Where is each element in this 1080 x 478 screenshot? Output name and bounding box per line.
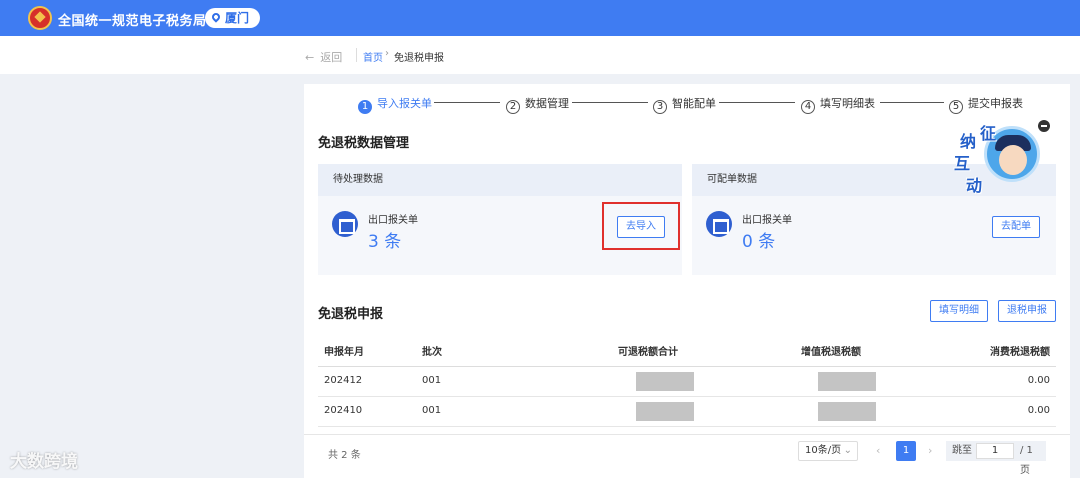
assistant-widget[interactable]: 征 纳 互 动: [944, 120, 1050, 200]
step-label: 填写明细表: [820, 97, 875, 110]
region-selector[interactable]: 厦门: [205, 8, 260, 28]
back-label: 返回: [320, 51, 343, 64]
pending-data-card: 待处理数据 出口报关单 3 条 去导入: [318, 164, 682, 275]
column-header: 消费税退税额: [990, 347, 1050, 358]
step-label: 数据管理: [525, 97, 569, 110]
location-pin-icon: [210, 11, 222, 23]
step-connector: [880, 102, 944, 103]
customs-declaration-icon: [706, 211, 732, 237]
pagination-bar: 共 2 条 10条/页 ⌄ ‹ 1 › 跳至 1 / 1 页: [304, 434, 1070, 476]
batch-cell: 001: [422, 405, 442, 416]
card-label: 出口报关单: [742, 215, 792, 226]
batch-cell: 001: [422, 375, 442, 386]
column-header: 批次: [422, 347, 442, 358]
declaration-title: 免退税申报: [318, 307, 384, 322]
watermark-logo: 大数跨境: [10, 452, 78, 472]
matchable-count: 0 条: [742, 232, 776, 252]
step-connector: [572, 102, 648, 103]
left-blank-area: [0, 74, 304, 478]
collapse-icon[interactable]: [1038, 120, 1050, 132]
column-header: 可退税额合计: [618, 347, 678, 358]
step-submit[interactable]: 5 提交申报表: [949, 95, 1023, 114]
main-panel: 1 导入报关单 2 数据管理 3 智能配单 4 填写明细表 5 提交申报表 免退税数据管理…: [304, 84, 1070, 478]
back-arrow-icon: ←: [305, 51, 315, 64]
step-fill-details[interactable]: 4 填写明细表: [801, 95, 875, 114]
breadcrumb-bar: ← 返回 首页 › 免退税申报: [0, 36, 1080, 74]
pending-count: 3 条: [368, 232, 402, 252]
goto-suffix: / 1 页: [1020, 445, 1033, 476]
redacted-vat-refund: [818, 372, 876, 391]
declaration-table: 申报年月 批次 可退税额合计 增值税退税额 消费税退税额 202412 001 …: [318, 339, 1056, 427]
progress-steps: 1 导入报关单 2 数据管理 3 智能配单 4 填写明细表 5 提交申报表: [304, 84, 1070, 122]
table-row[interactable]: 202410 001 0.00: [318, 397, 1056, 427]
assistant-char: 动: [966, 176, 983, 195]
column-header: 增值税退税额: [801, 347, 861, 358]
assistant-char: 互: [954, 154, 971, 173]
officer-face-icon: [999, 145, 1027, 175]
table-row[interactable]: 202412 001 0.00: [318, 367, 1056, 397]
step-number: 2: [506, 100, 520, 114]
step-label: 智能配单: [672, 97, 716, 110]
period-cell: 202410: [324, 405, 363, 416]
breadcrumb-divider: [356, 48, 357, 62]
breadcrumb-current: 免退税申报: [394, 53, 444, 64]
top-header: 全国统一规范电子税务局 厦门: [0, 0, 1080, 36]
step-data-management[interactable]: 2 数据管理: [506, 95, 569, 114]
breadcrumb-home[interactable]: 首页: [363, 49, 383, 64]
breadcrumb-separator: ›: [385, 48, 389, 59]
step-import[interactable]: 1 导入报关单: [358, 95, 432, 114]
total-count: 共 2 条: [328, 450, 361, 461]
step-number: 4: [801, 100, 815, 114]
step-label: 提交申报表: [968, 97, 1023, 110]
consumption-tax-cell: 0.00: [1027, 405, 1050, 416]
goto-page: 跳至 1 / 1 页: [946, 441, 1046, 476]
redacted-refundable-total: [636, 402, 694, 421]
consumption-tax-cell: 0.00: [1027, 375, 1050, 386]
site-title: 全国统一规范电子税务局: [58, 14, 207, 29]
prev-page-button[interactable]: ‹: [876, 444, 880, 457]
highlight-annotation: [602, 202, 680, 250]
data-management-title: 免退税数据管理: [318, 136, 410, 151]
match-button[interactable]: 去配单: [992, 216, 1040, 238]
goto-label: 跳至: [952, 445, 972, 456]
step-number: 1: [358, 100, 372, 114]
step-number: 5: [949, 100, 963, 114]
redacted-refundable-total: [636, 372, 694, 391]
current-page-button[interactable]: 1: [896, 441, 916, 461]
step-connector: [434, 102, 500, 103]
assistant-char: 征: [980, 124, 997, 143]
card-label: 出口报关单: [368, 215, 418, 226]
step-label: 导入报关单: [377, 97, 432, 110]
chevron-down-icon: ⌄: [843, 445, 852, 456]
assistant-char: 纳: [960, 132, 977, 151]
page-size-value: 10条/页: [805, 445, 842, 456]
tax-emblem-icon: [28, 6, 52, 30]
card-header: 待处理数据: [318, 164, 682, 196]
step-connector: [719, 102, 795, 103]
tax-refund-declare-button[interactable]: 退税申报: [998, 300, 1056, 322]
customs-declaration-icon: [332, 211, 358, 237]
page-size-select[interactable]: 10条/页 ⌄: [798, 441, 858, 461]
region-label: 厦门: [225, 11, 250, 25]
step-smart-match[interactable]: 3 智能配单: [653, 95, 716, 114]
column-header: 申报年月: [324, 347, 364, 358]
back-link[interactable]: ← 返回: [305, 49, 342, 65]
step-number: 3: [653, 100, 667, 114]
period-cell: 202412: [324, 375, 363, 386]
table-header: 申报年月 批次 可退税额合计 增值税退税额 消费税退税额: [318, 339, 1056, 367]
next-page-button[interactable]: ›: [928, 444, 932, 457]
fill-details-button[interactable]: 填写明细: [930, 300, 988, 322]
redacted-vat-refund: [818, 402, 876, 421]
goto-page-input[interactable]: 1: [976, 443, 1014, 459]
